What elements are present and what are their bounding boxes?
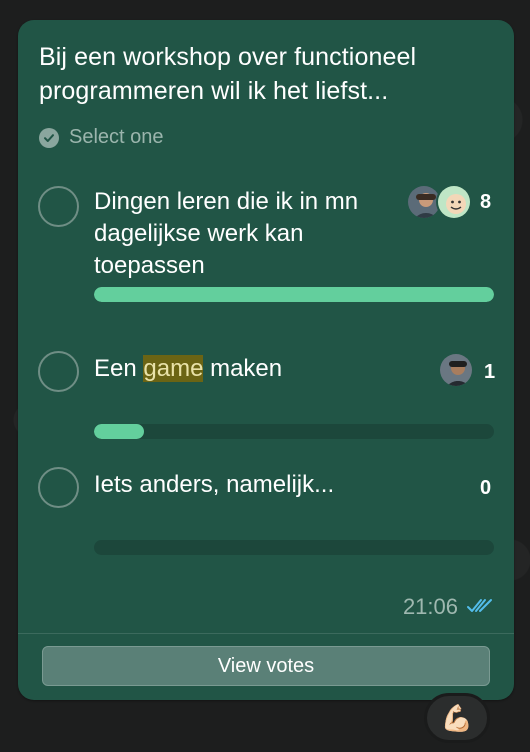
check-icon	[39, 127, 59, 148]
option-label-end: maken	[203, 355, 283, 382]
vote-count: 8	[480, 191, 492, 213]
view-votes-button[interactable]: View votes	[42, 646, 490, 686]
option-label: Iets anders, namelijk...	[94, 471, 335, 498]
double-check-read-icon	[466, 594, 494, 620]
voter-avatars	[406, 184, 472, 220]
poll-instruction: Select one	[39, 126, 164, 149]
option-label: Een game maken	[94, 353, 394, 385]
reaction-badge[interactable]: 💪🏻	[424, 693, 490, 743]
vote-count: 0	[480, 477, 492, 499]
vote-progress-fill	[94, 424, 144, 439]
option-radio[interactable]	[38, 186, 79, 227]
search-highlight: game	[143, 355, 204, 382]
flexed-biceps-icon: 💪🏻	[440, 702, 474, 733]
vote-progress-fill	[94, 287, 494, 302]
message-meta: 21:06	[403, 594, 494, 620]
voter-avatar	[438, 352, 474, 388]
poll-instruction-label: Select one	[69, 126, 164, 148]
option-label: Dingen leren die ik in mn dagelijkse wer…	[94, 188, 359, 279]
option-radio[interactable]	[38, 351, 79, 392]
vote-progress-bar	[94, 424, 494, 439]
message-timestamp: 21:06	[402, 594, 458, 619]
voter-avatar	[436, 184, 472, 220]
option-radio[interactable]	[38, 467, 79, 508]
vote-progress-bar	[94, 287, 494, 302]
divider	[18, 633, 514, 634]
poll-question: Bij een workshop over functioneel progra…	[39, 43, 417, 105]
vote-count: 1	[484, 361, 496, 383]
voter-avatars	[438, 352, 474, 388]
vote-progress-bar	[94, 540, 494, 555]
poll-message-bubble: Bij een workshop over functioneel progra…	[18, 20, 514, 700]
option-label-start: Een	[94, 355, 144, 382]
